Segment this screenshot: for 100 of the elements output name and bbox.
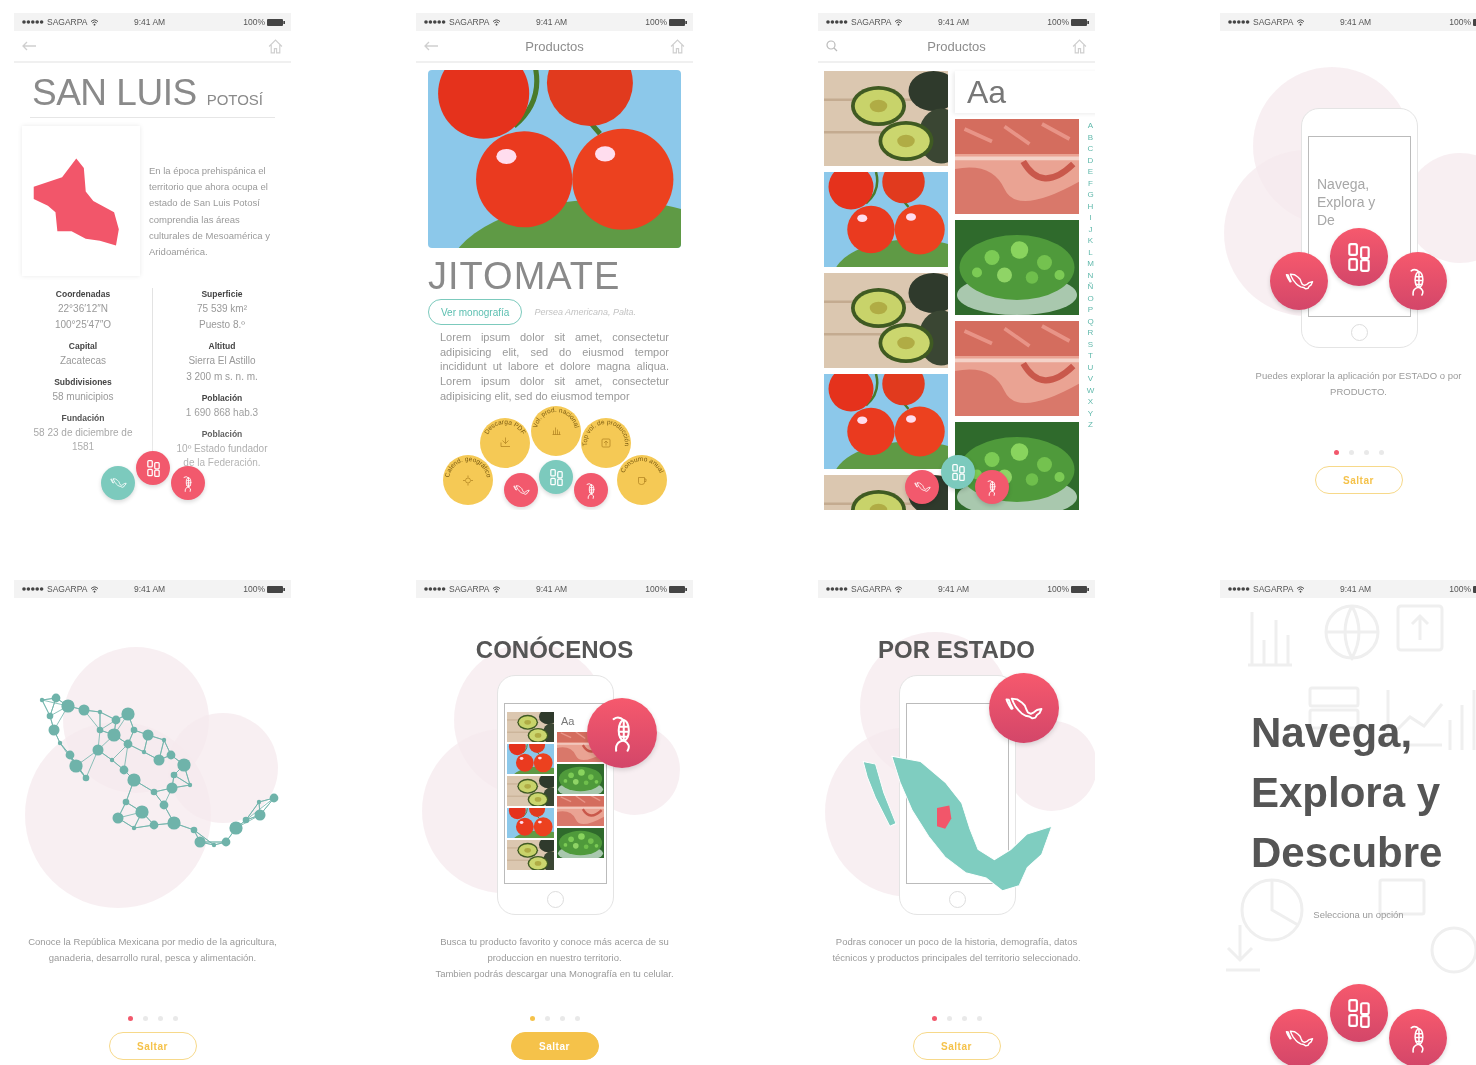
index-letter[interactable]: Q	[1087, 315, 1094, 327]
index-letter[interactable]: H	[1087, 200, 1094, 212]
signal-icon	[424, 20, 446, 24]
index-letter[interactable]: A	[1087, 120, 1094, 132]
skip-button[interactable]: Saltar	[108, 1032, 197, 1060]
home-icon[interactable]	[670, 38, 685, 54]
skip-button[interactable]: Saltar	[1314, 466, 1403, 494]
index-letter[interactable]: N	[1087, 269, 1094, 281]
corn-icon	[986, 478, 998, 496]
mexico-map-icon	[109, 478, 127, 488]
battery-level: 100%	[1047, 17, 1069, 27]
corn-button[interactable]	[171, 466, 205, 500]
stat-label: Fundación	[60, 412, 106, 424]
preview-headline: Navega, Explora y De	[1317, 175, 1377, 229]
index-letter[interactable]: X	[1087, 396, 1094, 408]
corn-button[interactable]	[1389, 1009, 1447, 1065]
stat-value: 3 200 m s. n. m.	[185, 370, 259, 384]
wifi-icon	[894, 585, 904, 593]
battery-icon	[267, 585, 285, 593]
index-letter[interactable]: J	[1088, 223, 1093, 235]
stat-value: 10º Estado fundador de la Federación.	[175, 442, 269, 470]
screen-heading: CONÓCENOS	[474, 636, 635, 664]
battery-level: 100%	[1047, 584, 1069, 594]
grid-icon	[549, 468, 563, 486]
index-letter[interactable]: P	[1087, 304, 1094, 316]
skip-button[interactable]: Saltar	[510, 1032, 599, 1060]
index-letter[interactable]: D	[1087, 154, 1094, 166]
stat-value: 58 23 de diciembre de 1581	[32, 426, 134, 454]
map-button[interactable]	[905, 470, 939, 504]
index-letter[interactable]: K	[1087, 235, 1094, 247]
index-letter[interactable]: U	[1087, 361, 1094, 373]
index-letter[interactable]: S	[1087, 338, 1094, 350]
stat-label: Superficie	[200, 288, 244, 300]
battery-level: 100%	[1449, 584, 1471, 594]
index-letter[interactable]: B	[1087, 131, 1094, 143]
caption-text: Conoce la República Mexicana por medio de la agricultura, ganaderia, desarrollo rural, pesca y alimentación.	[27, 935, 278, 965]
signal-icon	[826, 587, 848, 591]
index-letter[interactable]: W	[1086, 384, 1095, 396]
index-letter[interactable]: T	[1088, 350, 1093, 362]
index-letter[interactable]: I	[1089, 212, 1092, 224]
mexico-map-icon	[913, 482, 931, 492]
stat-value: 58 municipios	[51, 390, 115, 404]
index-letter[interactable]: L	[1088, 246, 1093, 258]
caption-text: Busca tu producto favorito y conoce más acerca de su produccion en nuestro territorio. Tambien podrás descargar una Monografía en tu celular.	[434, 935, 675, 981]
page-dot[interactable]	[1333, 450, 1339, 455]
battery-icon	[669, 585, 687, 593]
skip-button[interactable]: Saltar	[912, 1032, 1001, 1060]
carrier-name: SAGARPA	[1253, 17, 1294, 27]
carrier-name: SAGARPA	[1253, 584, 1294, 594]
back-icon[interactable]	[22, 41, 37, 51]
index-letter[interactable]: G	[1087, 189, 1094, 201]
carrier-name: SAGARPA	[449, 584, 490, 594]
wifi-icon	[1296, 18, 1306, 26]
index-letter[interactable]: F	[1088, 177, 1093, 189]
index-letter[interactable]: R	[1087, 327, 1094, 339]
clock-time: 9:41 AM	[536, 584, 569, 594]
grid-icon	[1348, 998, 1370, 1028]
page-dot[interactable]	[529, 1016, 535, 1021]
index-letter[interactable]: E	[1087, 166, 1094, 178]
stat-value: 75 539 km²	[196, 302, 248, 316]
stat-value: 100°25′47″O	[53, 318, 113, 332]
target-icon	[462, 475, 474, 486]
clock-time: 9:41 AM	[134, 584, 167, 594]
battery-icon	[1071, 18, 1089, 26]
index-letter[interactable]: V	[1087, 373, 1094, 385]
back-icon[interactable]	[424, 41, 439, 51]
index-header: Aa	[560, 714, 576, 729]
screen-heading: POR ESTADO	[877, 636, 1036, 664]
index-letter[interactable]: Z	[1088, 419, 1093, 431]
corn-button[interactable]	[574, 473, 608, 507]
signal-icon	[826, 20, 848, 24]
search-icon[interactable]	[826, 40, 838, 52]
stat-value: 22°36′12″N	[57, 302, 109, 316]
home-icon[interactable]	[268, 38, 283, 54]
index-letter[interactable]: Ñ	[1087, 281, 1094, 293]
carrier-name: SAGARPA	[47, 17, 88, 27]
bar-chart-icon	[552, 427, 561, 435]
stat-value: Zacatecas	[58, 354, 108, 368]
clock-time: 9:41 AM	[536, 17, 569, 27]
corn-icon	[585, 481, 597, 499]
wifi-icon	[90, 18, 100, 26]
page-dot[interactable]	[931, 1016, 937, 1021]
index-letter[interactable]: O	[1087, 292, 1094, 304]
signal-icon	[1228, 587, 1250, 591]
index-letter[interactable]: C	[1087, 143, 1094, 155]
home-icon[interactable]	[1072, 38, 1087, 54]
clock-time: 9:41 AM	[938, 584, 971, 594]
mexico-map-icon	[1284, 1029, 1314, 1047]
wifi-icon	[1296, 585, 1306, 593]
carrier-name: SAGARPA	[851, 584, 892, 594]
index-letter[interactable]: M	[1087, 258, 1094, 270]
monograph-button[interactable]: Ver monografía	[428, 299, 523, 325]
body-paragraph: Lorem ipsum dolor sit amet, consectetur adipisicing elit, sed do eiusmod tempor incididunt ut labore et dolore magna aliqua. Lorem ipsum dolor sit amet, consectetur adipisicing elit, sed do eiusmod tempor	[440, 330, 669, 404]
page-dot[interactable]	[127, 1016, 133, 1021]
stat-label: Subdivisiones	[53, 376, 113, 388]
wifi-icon	[492, 585, 502, 593]
grid-icon	[1348, 242, 1370, 272]
wifi-icon	[90, 585, 100, 593]
corn-icon	[182, 474, 194, 492]
index-letter[interactable]: Y	[1087, 407, 1094, 419]
